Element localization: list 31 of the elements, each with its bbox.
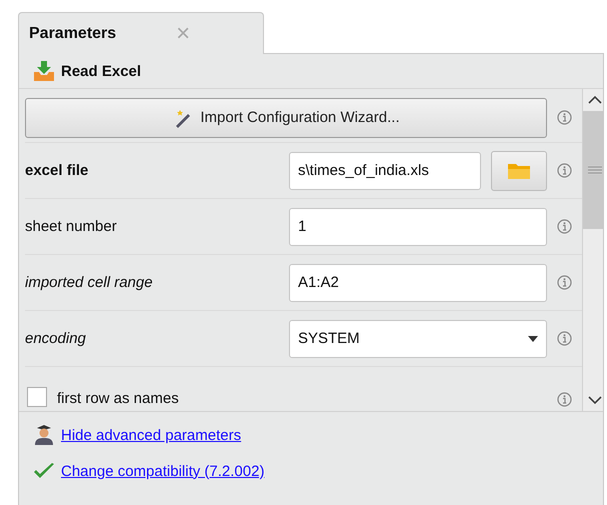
dropdown-caret-icon xyxy=(528,336,538,342)
parameter-label: excel file xyxy=(25,162,90,179)
info-icon[interactable] xyxy=(557,392,572,407)
scrollbar-thumb[interactable] xyxy=(583,111,603,229)
info-icon[interactable] xyxy=(557,219,572,234)
parameters-tab[interactable]: Parameters × xyxy=(18,12,264,54)
download-tray-icon xyxy=(33,61,55,81)
person-icon xyxy=(33,424,55,446)
folder-icon xyxy=(507,162,531,180)
file-path-field[interactable]: s\times_of_india.xls xyxy=(289,152,481,190)
input-field[interactable]: 1 xyxy=(289,208,547,246)
link[interactable]: Hide advanced parameters xyxy=(61,426,242,444)
operator-name: Read Excel xyxy=(61,62,142,80)
checkbox-label: first row as names xyxy=(57,390,180,407)
parameter-label: sheet number xyxy=(25,218,118,235)
info-icon[interactable] xyxy=(557,331,572,346)
scroll-up-icon[interactable] xyxy=(588,95,602,105)
info-icon[interactable] xyxy=(557,275,572,290)
tab-title: Parameters xyxy=(29,24,116,42)
dropdown[interactable]: SYSTEM xyxy=(289,320,547,358)
input-field[interactable]: A1:A2 xyxy=(289,264,547,302)
parameter-label: imported cell range xyxy=(25,274,154,291)
info-icon[interactable] xyxy=(557,163,572,178)
browse-button[interactable] xyxy=(491,150,547,190)
check-icon xyxy=(33,462,55,480)
parameter-label: encoding xyxy=(25,330,87,347)
link[interactable]: Change compatibility (7.2.002) xyxy=(61,462,264,480)
scroll-down-icon[interactable] xyxy=(588,395,602,405)
checkbox[interactable] xyxy=(27,387,47,407)
info-icon[interactable] xyxy=(557,110,572,125)
wizard-button[interactable]: Import Configuration Wizard... xyxy=(25,98,547,138)
